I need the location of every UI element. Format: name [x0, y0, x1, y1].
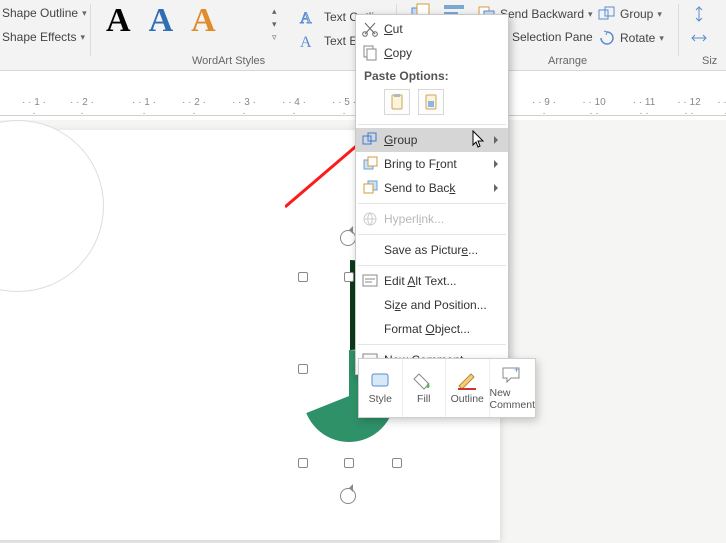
mini-new-comment-button[interactable]: + NewComment — [490, 359, 536, 417]
ruler-tick: · · 3 · · — [230, 97, 258, 119]
style-icon — [369, 371, 391, 391]
mini-style-button[interactable]: Style — [359, 359, 403, 417]
size-group-label: Siz — [702, 55, 717, 67]
fill-icon — [413, 371, 435, 391]
menu-copy[interactable]: Copy — [356, 41, 508, 65]
selection-handle[interactable] — [344, 272, 354, 282]
menu-send-to-back[interactable]: Send to Back — [356, 176, 508, 200]
text-outline-icon: A — [298, 6, 320, 28]
clipboard-icon — [388, 93, 406, 111]
ruler-tick: · · 1 · · — [130, 97, 158, 119]
selection-pane-button[interactable]: Selection Pane — [512, 30, 593, 44]
text-effects-icon: A — [298, 30, 320, 52]
context-menu: Cut Copy Paste Options: Group Bring to F… — [355, 14, 509, 375]
group-button[interactable]: Group▾ — [598, 6, 662, 22]
wordart-styles-group-label: WordArt Styles — [192, 55, 265, 67]
selection-handle[interactable] — [298, 364, 308, 374]
rotate-icon — [598, 30, 616, 46]
menu-cut[interactable]: Cut — [356, 17, 508, 41]
wordart-style-1[interactable]: A — [106, 4, 131, 38]
rotate-button[interactable]: Rotate▾ — [598, 30, 664, 46]
ruler-tick: · · 2 · · — [180, 97, 208, 119]
mini-toolbar: Style Fill Outline + NewComment — [358, 358, 536, 418]
menu-format-object[interactable]: Format Object... — [356, 317, 508, 341]
paste-picture[interactable] — [418, 89, 444, 115]
svg-text:A: A — [300, 10, 312, 27]
wordart-gallery-more[interactable]: ▿ — [272, 32, 277, 43]
selection-handle[interactable] — [298, 458, 308, 468]
arrange-group-label: Arrange — [548, 55, 587, 67]
ruler-tick: · · 2 · · — [68, 97, 96, 119]
size-width-button[interactable] — [690, 30, 708, 46]
selection-handle[interactable] — [392, 458, 402, 468]
group-icon — [361, 131, 379, 149]
paste-use-theme[interactable] — [384, 89, 410, 115]
mini-fill-button[interactable]: Fill — [403, 359, 447, 417]
menu-group[interactable]: Group — [356, 128, 508, 152]
width-icon — [690, 30, 708, 46]
menu-edit-alt-text[interactable]: Edit Alt Text... — [356, 269, 508, 293]
ruler-tick: · · 10 · · — [580, 97, 608, 119]
ruler-tick: · · 13 · · — [715, 97, 726, 119]
menu-hyperlink: Hyperlink... — [356, 207, 508, 231]
paste-options-label: Paste Options: — [356, 65, 508, 85]
selection-handle[interactable] — [298, 272, 308, 282]
ruler-tick: · · 12 · · — [675, 97, 703, 119]
group-icon — [598, 6, 616, 22]
mini-outline-button[interactable]: Outline — [446, 359, 490, 417]
menu-bring-to-front[interactable]: Bring to Front — [356, 152, 508, 176]
wordart-gallery-up[interactable]: ▴ — [272, 6, 277, 17]
ruler-tick: · · 11 · · — [630, 97, 658, 119]
height-icon — [690, 6, 708, 22]
hyperlink-icon — [361, 210, 379, 228]
ruler-tick: · · 4 · · — [280, 97, 308, 119]
selection-handle[interactable] — [344, 458, 354, 468]
menu-save-as-picture[interactable]: Save as Picture... — [356, 238, 508, 262]
rotation-handle[interactable] — [340, 488, 356, 504]
alt-text-icon — [361, 272, 379, 290]
clipboard-picture-icon — [422, 93, 440, 111]
ruler-tick: · · 5 · · — [330, 97, 358, 119]
svg-text:A: A — [300, 34, 312, 51]
shape-outline-button[interactable]: Shape Outline▾ — [2, 6, 87, 20]
rotation-handle[interactable] — [340, 230, 356, 246]
size-height-button[interactable] — [690, 6, 708, 22]
shape-effects-button[interactable]: Shape Effects▾ — [2, 30, 85, 44]
outline-icon — [456, 371, 478, 391]
wordart-gallery[interactable]: A A A — [106, 4, 216, 38]
wordart-style-3[interactable]: A — [191, 4, 216, 38]
wordart-style-2[interactable]: A — [149, 4, 174, 38]
cut-icon — [361, 20, 379, 38]
send-back-icon — [361, 179, 379, 197]
copy-icon — [361, 44, 379, 62]
svg-text:+: + — [514, 365, 519, 375]
bring-front-icon — [361, 155, 379, 173]
ruler-tick: · · 9 · · — [530, 97, 558, 119]
ruler-tick: · · 1 · · — [20, 97, 48, 119]
new-comment-icon: + — [501, 365, 523, 385]
wordart-gallery-down[interactable]: ▾ — [272, 19, 277, 30]
menu-size-and-position[interactable]: Size and Position... — [356, 293, 508, 317]
